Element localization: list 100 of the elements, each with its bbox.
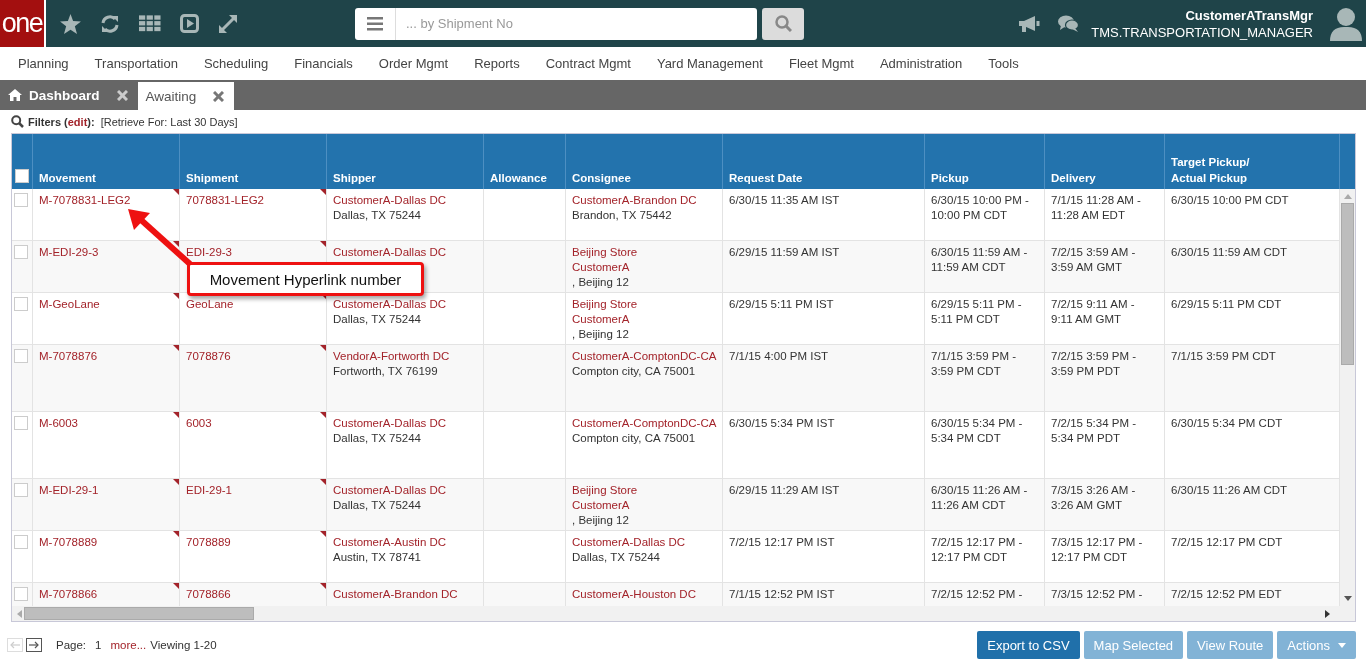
link[interactable]: M-GeoLane: [39, 297, 100, 312]
expand-icon[interactable]: [218, 13, 238, 34]
row-checkbox[interactable]: [14, 416, 28, 430]
tab[interactable]: Awaiting: [137, 82, 235, 110]
column-header[interactable]: Allowance: [490, 170, 547, 186]
column-header[interactable]: Shipper: [333, 170, 376, 186]
link[interactable]: M-7078866: [39, 587, 98, 602]
column-header[interactable]: Consignee: [572, 170, 631, 186]
row-checkbox[interactable]: [14, 535, 28, 549]
tab[interactable]: Dashboard: [0, 80, 138, 110]
link[interactable]: CustomerA-Dallas DC: [333, 416, 447, 431]
link[interactable]: M-6003: [39, 416, 78, 431]
menu-item[interactable]: Yard Management: [656, 56, 763, 71]
row-checkbox[interactable]: [14, 193, 28, 207]
link[interactable]: EDI-29-3: [186, 245, 233, 260]
column-header[interactable]: Delivery: [1051, 170, 1096, 186]
menu-icon[interactable]: [367, 16, 383, 31]
menu-item[interactable]: Fleet Mgmt: [788, 56, 854, 71]
link[interactable]: Beijing Store: [572, 297, 638, 312]
row-checkbox[interactable]: [14, 349, 28, 363]
column-header[interactable]: Request Date: [729, 170, 803, 186]
star-icon[interactable]: [60, 13, 81, 34]
link[interactable]: CustomerA: [572, 498, 630, 513]
table-cell-text: 6/29/15 5:11 PM CDT: [1171, 297, 1283, 312]
scroll-right-icon[interactable]: [1325, 609, 1330, 618]
menu-button[interactable]: [355, 7, 396, 40]
link[interactable]: Beijing Store: [572, 483, 638, 498]
avatar-icon[interactable]: [1330, 6, 1362, 41]
corner-flag-icon: [173, 293, 179, 299]
column-header[interactable]: Target Pickup/ Actual Pickup: [1171, 154, 1250, 186]
link[interactable]: 7078831-LEG2: [186, 193, 264, 208]
play-icon[interactable]: [180, 14, 199, 33]
link[interactable]: CustomerA: [572, 312, 630, 327]
address-text: Dallas, TX 75244: [333, 312, 421, 327]
row-checkbox[interactable]: [14, 587, 28, 601]
menu-item[interactable]: Scheduling: [203, 56, 269, 71]
link[interactable]: 7078889: [186, 535, 231, 550]
edit-link[interactable]: edit: [67, 115, 88, 128]
chat-icon[interactable]: [1058, 14, 1080, 33]
link[interactable]: M-7078876: [39, 349, 98, 364]
link[interactable]: EDI-29-1: [186, 483, 233, 498]
scroll-down-icon[interactable]: [1343, 596, 1352, 601]
link[interactable]: M-EDI-29-1: [39, 483, 99, 498]
horizontal-scrollbar[interactable]: [12, 606, 1355, 621]
link[interactable]: CustomerA-Houston DC: [572, 587, 696, 602]
more-link[interactable]: more...: [110, 639, 147, 651]
link[interactable]: M-EDI-29-3: [39, 245, 99, 260]
menu-item[interactable]: Tools: [988, 56, 1019, 71]
refresh-icon[interactable]: [100, 13, 120, 34]
home-icon: [8, 89, 22, 101]
link[interactable]: Beijing Store: [572, 245, 638, 260]
menu-item[interactable]: Transportation: [94, 56, 178, 71]
megaphone-icon[interactable]: [1018, 14, 1041, 33]
link[interactable]: M-7078889: [39, 535, 98, 550]
grid-icon[interactable]: [139, 15, 161, 32]
table-cell-text: 7/3/15 3:26 AM - 3:26 AM GMT: [1051, 483, 1137, 513]
link[interactable]: CustomerA-Brandon DC: [572, 193, 697, 208]
next-page-button[interactable]: [26, 638, 42, 652]
vertical-scrollbar[interactable]: [1340, 189, 1355, 606]
corner-flag-icon: [320, 479, 326, 485]
link[interactable]: VendorA-Fortworth DC: [333, 349, 450, 364]
select-all-checkbox[interactable]: [15, 169, 29, 183]
link[interactable]: CustomerA-Dallas DC: [333, 193, 447, 208]
menu-item[interactable]: Contract Mgmt: [545, 56, 631, 71]
link[interactable]: CustomerA-Dallas DC: [572, 535, 686, 550]
link[interactable]: GeoLane: [186, 297, 234, 312]
link[interactable]: CustomerA: [572, 260, 630, 275]
menu-item[interactable]: Reports: [474, 56, 520, 71]
search-button[interactable]: [762, 7, 804, 40]
row-checkbox[interactable]: [14, 245, 28, 259]
link[interactable]: CustomerA-ComptonDC-CA: [572, 349, 717, 364]
link[interactable]: M-7078831-LEG2: [39, 193, 131, 208]
link[interactable]: CustomerA-Brandon DC: [333, 587, 458, 602]
menu-item[interactable]: Administration: [879, 56, 963, 71]
close-icon[interactable]: [116, 89, 128, 101]
search-icon[interactable]: [11, 115, 24, 128]
search-field[interactable]: ... by Shipment No: [396, 7, 757, 40]
menu-item[interactable]: Financials: [294, 56, 353, 71]
menu-item[interactable]: Order Mgmt: [378, 56, 449, 71]
link[interactable]: 7078866: [186, 587, 231, 602]
link[interactable]: 7078876: [186, 349, 231, 364]
column-header[interactable]: Shipment: [186, 170, 239, 186]
address-text: Brandon, TX 75442: [572, 208, 672, 223]
link[interactable]: CustomerA-Austin DC: [333, 535, 447, 550]
link[interactable]: CustomerA-Dallas DC: [333, 297, 447, 312]
address-text: Dallas, TX 75244: [572, 550, 660, 565]
link[interactable]: 6003: [186, 416, 212, 431]
link[interactable]: CustomerA-ComptonDC-CA: [572, 416, 717, 431]
link[interactable]: CustomerA-Dallas DC: [333, 245, 447, 260]
action-button[interactable]: Export to CSV: [977, 631, 1080, 659]
app-logo[interactable]: one: [0, 0, 46, 47]
column-header[interactable]: Movement: [39, 170, 96, 186]
page-number: 1: [95, 639, 102, 651]
close-icon[interactable]: [213, 90, 225, 102]
user-role: TMS.TRANSPORTATION_MANAGER: [1091, 24, 1313, 40]
menu-item[interactable]: Planning: [18, 56, 69, 71]
row-checkbox[interactable]: [14, 297, 28, 311]
row-checkbox[interactable]: [14, 483, 28, 497]
link[interactable]: CustomerA-Dallas DC: [333, 483, 447, 498]
column-header[interactable]: Pickup: [931, 170, 969, 186]
